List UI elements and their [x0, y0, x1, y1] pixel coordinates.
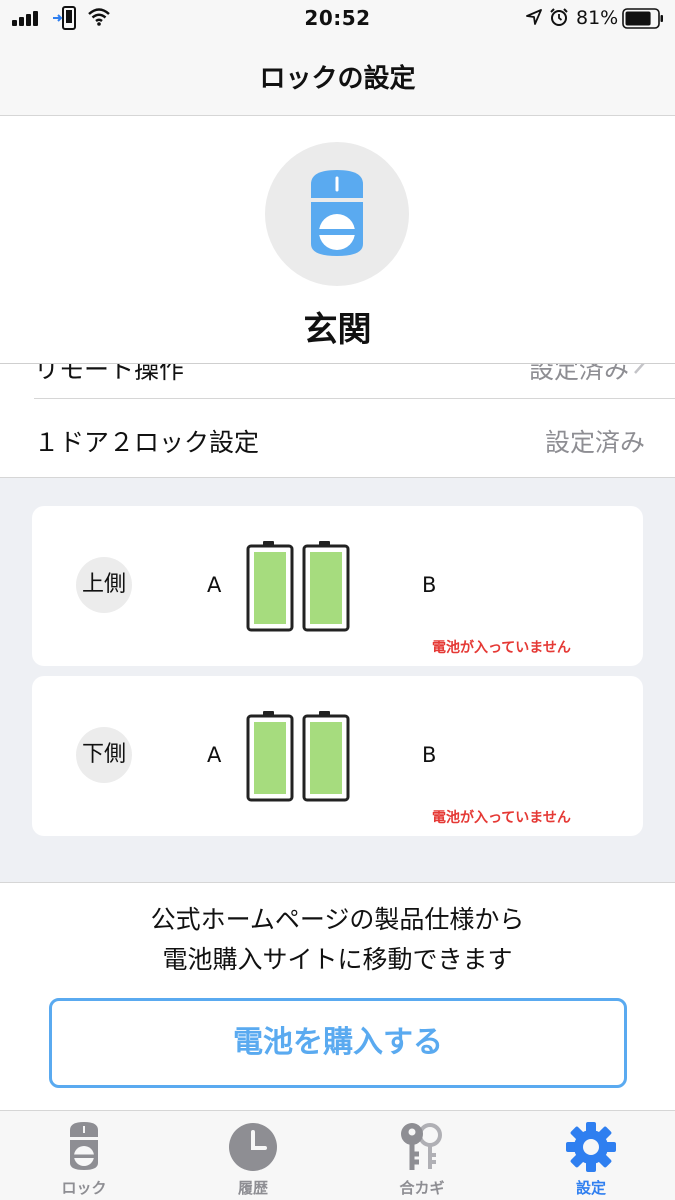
tab-bar: ロック 履歴 合カギ 設定 — [0, 1110, 675, 1200]
battery-warning: 電池が入っていません — [432, 640, 571, 656]
status-bar: 20:52 81% — [0, 0, 675, 38]
remote-operation-row[interactable]: リモート操作 設定済み — [0, 364, 675, 397]
alarm-icon — [550, 8, 568, 26]
page-title: ロックの設定 — [259, 64, 416, 94]
battery-warning: 電池が入っていません — [432, 810, 571, 826]
info-line-2: 電池購入サイトに移動できます — [162, 945, 513, 974]
tab-label: 合カギ — [399, 1179, 445, 1197]
clock-icon — [229, 1123, 277, 1171]
battery-percent: 81% — [576, 7, 619, 29]
row-value: 設定済み — [528, 364, 629, 384]
slot-label-b: B — [422, 573, 437, 597]
navigation-bar: ロックの設定 — [0, 38, 675, 116]
battery-icon — [622, 8, 663, 29]
tab-history[interactable]: 履歴 — [169, 1111, 337, 1200]
battery-card-upper: 上側 A B 電池が入っていません — [32, 506, 643, 666]
tab-label: 履歴 — [237, 1179, 268, 1197]
battery-section: 上側 A B 電池が入っていません 下側 A B 電池が入っていません — [0, 477, 675, 883]
tab-settings[interactable]: 設定 — [507, 1111, 675, 1200]
battery-cells-icon — [246, 541, 350, 632]
chevron-right-icon — [634, 364, 645, 374]
tab-label: ロック — [61, 1179, 107, 1197]
tab-lock[interactable]: ロック — [0, 1111, 168, 1200]
side-badge: 上側 — [76, 557, 132, 613]
lock-icon — [311, 170, 363, 256]
buy-battery-button[interactable]: 電池を購入する — [49, 998, 627, 1088]
slot-label-b: B — [422, 743, 437, 767]
gear-icon — [566, 1122, 616, 1172]
purchase-info: 公式ホームページの製品仕様から 電池購入サイトに移動できます — [0, 900, 675, 980]
lock-avatar — [265, 142, 409, 286]
side-badge: 下側 — [76, 727, 132, 783]
location-icon — [526, 9, 542, 25]
status-time: 20:52 — [304, 6, 371, 30]
row-label: １ドア２ロック設定 — [34, 428, 260, 457]
info-line-1: 公式ホームページの製品仕様から — [150, 905, 525, 934]
battery-cells-icon — [246, 711, 350, 802]
row-value: 設定済み — [544, 428, 645, 457]
tab-shared-keys[interactable]: 合カギ — [338, 1111, 506, 1200]
one-door-two-lock-row[interactable]: １ドア２ロック設定 設定済み — [0, 399, 675, 477]
slot-label-a: A — [207, 743, 222, 767]
keys-icon — [401, 1123, 442, 1170]
lock-name: 玄関 — [303, 310, 372, 350]
battery-card-lower: 下側 A B 電池が入っていません — [32, 676, 643, 836]
slot-label-a: A — [207, 573, 222, 597]
tab-label: 設定 — [575, 1179, 606, 1197]
row-label: リモート操作 — [34, 364, 185, 384]
lock-icon — [70, 1122, 98, 1170]
